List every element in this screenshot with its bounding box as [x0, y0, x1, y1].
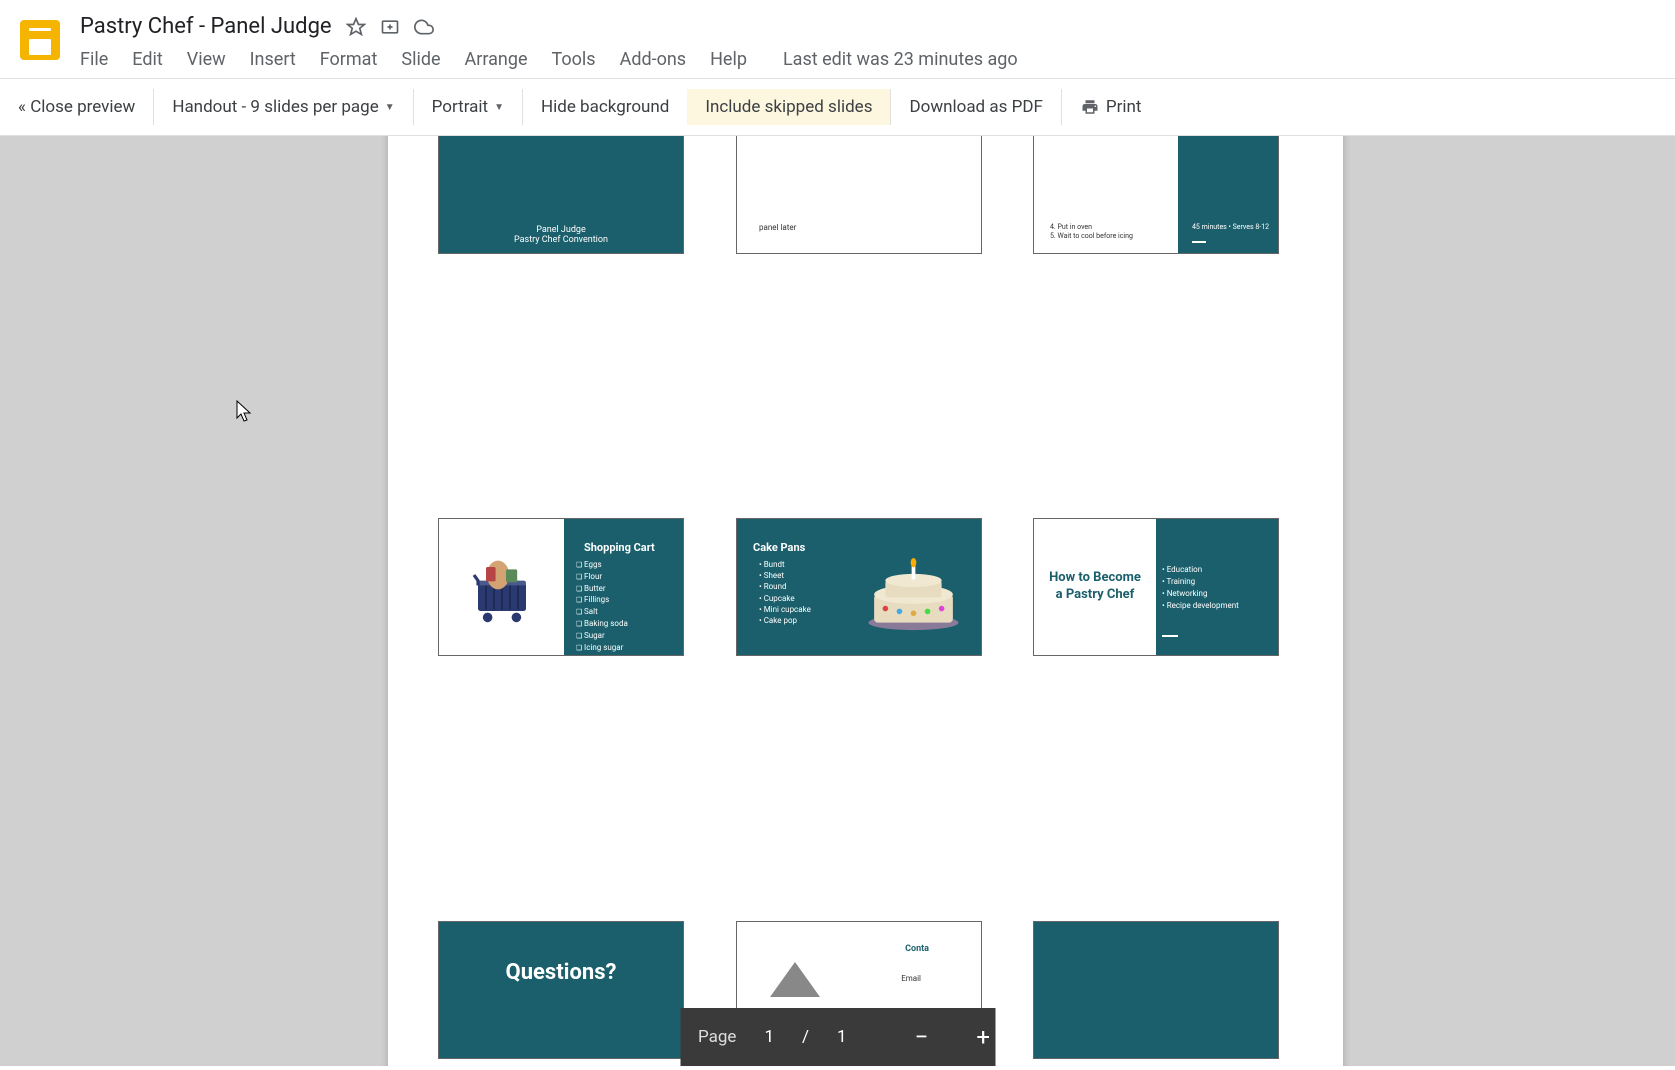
slide-text: panel later — [759, 223, 796, 232]
zoom-in-button[interactable]: + — [970, 1023, 996, 1051]
preview-page: Panel Judge Pastry Chef Convention panel… — [388, 136, 1343, 1066]
slide-thumbnail-5[interactable]: Cake Pans Bundt Sheet Round Cupcake Mini… — [736, 518, 982, 656]
chevron-down-icon: ▼ — [494, 102, 504, 113]
menu-addons[interactable]: Add-ons — [620, 49, 687, 70]
cake-icon — [866, 557, 961, 632]
shopping-cart-icon — [462, 547, 542, 627]
document-title[interactable]: Pastry Chef - Panel Judge — [80, 14, 332, 39]
print-button[interactable]: Print — [1062, 89, 1160, 125]
menu-format[interactable]: Format — [320, 49, 378, 70]
slide-text: Panel Judge — [439, 225, 683, 235]
include-skipped-button[interactable]: Include skipped slides — [687, 89, 891, 125]
last-edit-text[interactable]: Last edit was 23 minutes ago — [783, 49, 1018, 70]
slide-thumbnail-6[interactable]: How to Become a Pastry Chef Education Tr… — [1033, 518, 1279, 656]
pdf-current-page[interactable]: 1 — [754, 1027, 784, 1047]
slide-text: Conta — [905, 944, 929, 954]
slide-thumbnail-1[interactable]: Panel Judge Pastry Chef Convention — [438, 136, 684, 254]
slide-text: 5. Wait to cool before icing — [1050, 232, 1133, 240]
star-icon[interactable] — [346, 17, 366, 37]
print-toolbar: « Close preview Handout - 9 slides per p… — [0, 78, 1675, 136]
slide-list: Eggs Flour Butter Fillings Salt Baking s… — [562, 559, 683, 653]
menu-file[interactable]: File — [80, 49, 108, 70]
hide-background-button[interactable]: Hide background — [523, 89, 687, 125]
slide-thumbnail-3[interactable]: 4. Put in oven 5. Wait to cool before ic… — [1033, 136, 1279, 254]
close-preview-button[interactable]: « Close preview — [0, 89, 154, 125]
slide-title: Cake Pans — [737, 519, 981, 559]
slide-title-line2: a Pastry Chef — [1049, 587, 1141, 604]
menu-help[interactable]: Help — [710, 49, 747, 70]
pdf-viewer-controls: Page 1 / 1 − + — [680, 1008, 995, 1066]
menu-bar: File Edit View Insert Format Slide Arran… — [80, 39, 1675, 78]
move-icon[interactable] — [380, 17, 400, 37]
slide-text: Pastry Chef Convention — [439, 235, 683, 245]
menu-slide[interactable]: Slide — [401, 49, 440, 70]
slide-thumbnail-9[interactable] — [1033, 921, 1279, 1059]
slide-title: Questions? — [439, 922, 683, 985]
slides-logo[interactable] — [20, 20, 60, 60]
slide-list: Education Training Networking Recipe dev… — [1154, 519, 1278, 612]
print-icon — [1080, 98, 1100, 116]
slide-text: 45 minutes • Serves 8-12 — [1192, 223, 1269, 231]
slide-text: Email — [901, 974, 921, 983]
menu-tools[interactable]: Tools — [552, 49, 596, 70]
chevron-down-icon: ▼ — [385, 102, 395, 113]
cursor-icon — [236, 400, 254, 424]
menu-edit[interactable]: Edit — [132, 49, 162, 70]
pdf-total-pages: 1 — [827, 1027, 857, 1047]
menu-view[interactable]: View — [187, 49, 226, 70]
pdf-page-label: Page — [698, 1027, 736, 1047]
slide-title: Shopping Cart — [562, 519, 683, 559]
download-pdf-button[interactable]: Download as PDF — [891, 89, 1061, 125]
slide-title-line1: How to Become — [1049, 570, 1141, 587]
slide-thumbnail-2[interactable]: panel later — [736, 136, 982, 254]
pdf-page-separator: / — [802, 1027, 809, 1047]
cloud-icon[interactable] — [414, 17, 434, 37]
preview-canvas[interactable]: Panel Judge Pastry Chef Convention panel… — [0, 136, 1675, 1066]
menu-arrange[interactable]: Arrange — [465, 49, 528, 70]
menu-insert[interactable]: Insert — [250, 49, 296, 70]
slide-thumbnail-4[interactable]: Shopping Cart Eggs Flour Butter Fillings… — [438, 518, 684, 656]
handout-dropdown[interactable]: Handout - 9 slides per page ▼ — [154, 89, 413, 125]
slide-text: 4. Put in oven — [1050, 223, 1092, 231]
orientation-dropdown[interactable]: Portrait ▼ — [414, 89, 523, 125]
slide-thumbnail-7[interactable]: Questions? — [438, 921, 684, 1059]
envelope-icon — [765, 952, 825, 1002]
zoom-out-button[interactable]: − — [909, 1023, 935, 1051]
